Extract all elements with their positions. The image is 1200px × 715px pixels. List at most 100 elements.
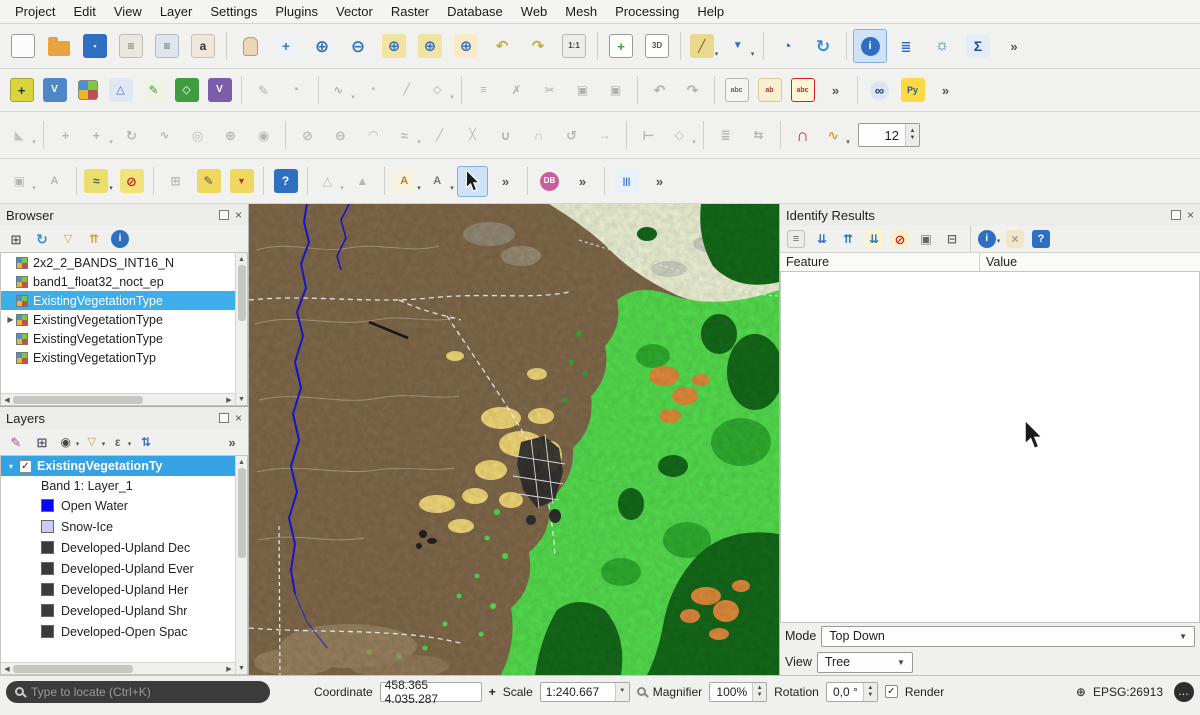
browser-filter-button[interactable]: ▽ <box>55 228 81 250</box>
enable-tracing-dropdown-arrow[interactable]: ▾ <box>846 138 850 150</box>
menu-help[interactable]: Help <box>688 0 733 23</box>
add-raster-layer-button[interactable] <box>72 75 103 106</box>
scroll-right-icon[interactable]: ▶ <box>223 394 235 406</box>
locate-box[interactable] <box>6 681 270 703</box>
browser-vertical-scrollbar[interactable]: ▲ ▼ <box>235 253 247 405</box>
show-unplaced-labels-button[interactable]: ⊘ <box>116 166 147 197</box>
layers-horizontal-scrollbar[interactable]: ◀ ▶ <box>1 662 235 674</box>
add-vector-layer-button[interactable]: V <box>39 75 70 106</box>
column-header-value[interactable]: Value <box>980 253 1200 271</box>
zoom-in-button[interactable]: ⊕ <box>305 29 339 63</box>
extents-icon[interactable]: + <box>489 685 496 699</box>
coordinate-field[interactable]: 458.365 4.035.287 <box>380 682 482 702</box>
browser-add-selected-layers-button[interactable]: ⊞ <box>3 228 29 250</box>
mode-select[interactable]: Top Down ▼ <box>821 626 1195 647</box>
crs-indicator[interactable]: EPSG:26913 <box>1093 685 1163 699</box>
new-map-view-button[interactable]: + <box>604 29 638 63</box>
browser-item[interactable]: ExistingVegetationType <box>1 329 247 348</box>
spin-arrows-icon[interactable]: ▲▼ <box>905 124 919 146</box>
legend-item[interactable]: Developed-Upland Dec <box>1 537 247 558</box>
offset-curve-dropdown-arrow[interactable]: ▾ <box>417 138 421 150</box>
magnifier-spinbox[interactable]: 100% ▲▼ <box>709 682 767 702</box>
expand-collapse-all-button[interactable]: ⇅ <box>133 431 159 453</box>
plugins-overflow-button[interactable]: » <box>930 75 961 106</box>
manage-map-themes-dropdown-arrow[interactable]: ▾ <box>76 440 80 452</box>
labeling-options-button[interactable]: abc <box>721 75 752 106</box>
menu-mesh[interactable]: Mesh <box>556 0 606 23</box>
new-shapefile-layer-button[interactable]: ✎ <box>138 75 169 106</box>
browser-horizontal-scrollbar[interactable]: ◀ ▶ <box>1 393 235 405</box>
menu-edit[interactable]: Edit <box>64 0 104 23</box>
paste-style-dropdown-arrow[interactable]: ▾ <box>32 184 36 196</box>
browser-collapse-all-button[interactable]: ⇈ <box>81 228 107 250</box>
locate-input[interactable] <box>31 685 236 699</box>
identify-help-button[interactable]: ? <box>1028 228 1054 250</box>
new-3d-map-view-button[interactable]: 3D <box>640 29 674 63</box>
measure-line-button[interactable]: ╱▾ <box>687 29 721 63</box>
menu-raster[interactable]: Raster <box>382 0 438 23</box>
show-layout-manager-button[interactable]: ≡ <box>150 29 184 63</box>
browser-properties-button[interactable]: i <box>107 228 133 250</box>
identify-float-icon[interactable] <box>1171 210 1181 220</box>
zoom-next-button[interactable]: ↷ <box>521 29 555 63</box>
browser-float-icon[interactable] <box>219 210 229 220</box>
browser-item[interactable]: ExistingVegetationTyp <box>1 348 247 367</box>
scroll-thumb[interactable] <box>13 665 133 673</box>
menu-project[interactable]: Project <box>6 0 64 23</box>
browser-close-icon[interactable]: × <box>235 210 242 220</box>
scroll-down-icon[interactable]: ▼ <box>236 662 248 674</box>
python-console-button[interactable]: Py <box>897 75 928 106</box>
scroll-thumb[interactable] <box>238 468 246 558</box>
save-project-button[interactable]: ▪ <box>78 29 112 63</box>
scroll-left-icon[interactable]: ◀ <box>1 394 13 406</box>
chevron-down-icon[interactable]: ▼ <box>615 683 629 701</box>
identify-close-icon[interactable]: × <box>1187 210 1194 220</box>
menu-layer[interactable]: Layer <box>151 0 202 23</box>
layer-labeling-button[interactable]: A▾ <box>391 166 422 197</box>
pan-to-selection-button[interactable]: + <box>269 29 303 63</box>
measure-line-dropdown-arrow[interactable]: ▾ <box>715 50 719 62</box>
scroll-down-icon[interactable]: ▼ <box>236 393 248 405</box>
scroll-right-icon[interactable]: ▶ <box>223 663 235 675</box>
browser-item[interactable]: band1_float32_noct_ep <box>1 272 247 291</box>
legend-item[interactable]: Developed-Upland Her <box>1 579 247 600</box>
refresh-map-button[interactable]: ↻ <box>806 29 840 63</box>
layer-diagram-button[interactable]: A▾ <box>424 166 455 197</box>
zoom-out-button[interactable]: ⊖ <box>341 29 375 63</box>
layers-float-icon[interactable] <box>219 413 229 423</box>
print-selected-html-button[interactable]: ⊟ <box>939 228 965 250</box>
expand-tree-button[interactable]: ⇊ <box>809 228 835 250</box>
font-size-spinbox[interactable]: 12▲▼ <box>858 123 920 147</box>
manage-map-themes-button[interactable]: ◉▾ <box>55 431 81 453</box>
copy-feature-button[interactable]: ▣ <box>913 228 939 250</box>
identify-mode-menu-button[interactable]: i▾ <box>976 228 1002 250</box>
legend-item[interactable]: Developed-Upland Shr <box>1 600 247 621</box>
identify-results-area[interactable] <box>780 271 1200 623</box>
layer-caret-icon[interactable]: ▾ <box>5 462 17 471</box>
column-header-feature[interactable]: Feature <box>780 253 980 271</box>
pin-unpin-labels-button[interactable]: ab <box>754 75 785 106</box>
web-overflow-button[interactable]: » <box>644 166 675 197</box>
expand-new-results-button[interactable]: ⇊ <box>861 228 887 250</box>
browser-refresh-button[interactable]: ↻ <box>29 228 55 250</box>
legend-item[interactable]: Developed-Open Spac <box>1 621 247 642</box>
map-canvas[interactable] <box>249 204 779 675</box>
layer-item-raster[interactable]: ▾ ✓ ExistingVegetationTy <box>1 456 247 476</box>
add-group-button[interactable]: ⊞ <box>29 431 55 453</box>
view-select[interactable]: Tree ▼ <box>817 652 913 673</box>
snapping-options-button[interactable]: ∩ <box>787 120 818 151</box>
filter-legend-dropdown-arrow[interactable]: ▾ <box>102 440 106 452</box>
zoom-to-layer-button[interactable]: ⊕ <box>413 29 447 63</box>
expander-icon[interactable]: ▶ <box>5 315 16 324</box>
layer-visibility-checkbox[interactable]: ✓ <box>19 460 32 473</box>
messages-icon[interactable]: … <box>1174 682 1194 702</box>
label-toolbar-overflow-button[interactable]: » <box>820 75 851 106</box>
rotation-spinbox[interactable]: 0,0 ° ▲▼ <box>826 682 878 702</box>
menu-settings[interactable]: Settings <box>201 0 266 23</box>
menu-vector[interactable]: Vector <box>327 0 382 23</box>
selection-overflow-button[interactable]: » <box>490 166 521 197</box>
pan-map-button[interactable] <box>233 29 267 63</box>
render-checkbox[interactable]: ✓ <box>885 685 898 698</box>
open-data-source-manager-button[interactable]: + <box>6 75 37 106</box>
zoom-full-extent-button[interactable]: ⊕ <box>377 29 411 63</box>
